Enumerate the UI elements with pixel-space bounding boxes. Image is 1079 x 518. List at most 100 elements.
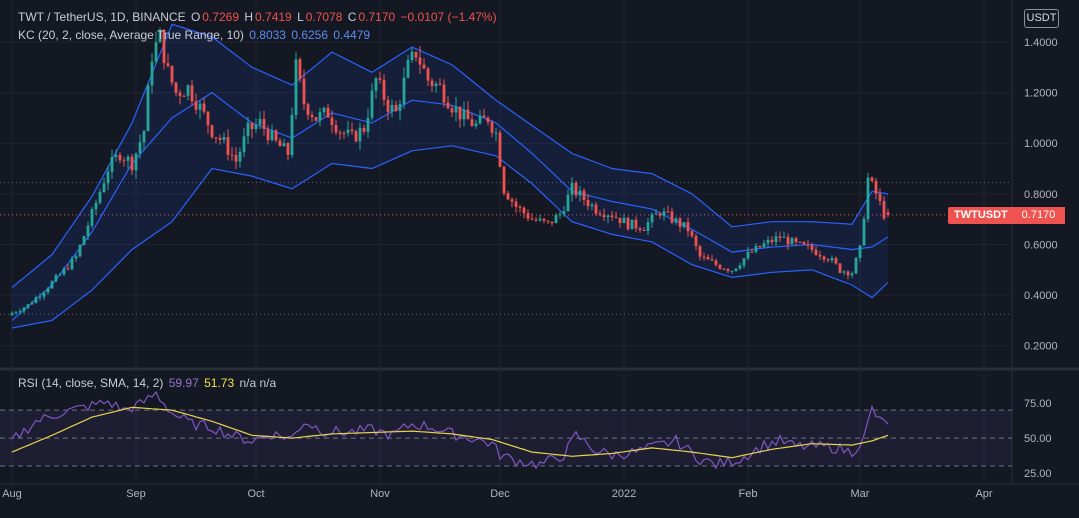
- candle-body: [810, 245, 814, 250]
- candle-body: [150, 61, 154, 86]
- time-tick-label: 2022: [612, 488, 636, 500]
- candle-body: [514, 201, 518, 207]
- candle-body: [86, 225, 90, 237]
- candle-body: [278, 140, 282, 147]
- candle-body: [826, 259, 830, 261]
- candle-body: [214, 137, 218, 139]
- candle-body: [30, 302, 34, 305]
- candle-body: [406, 60, 410, 78]
- candle-body: [854, 257, 858, 274]
- candle-body: [266, 128, 270, 141]
- candle-body: [286, 143, 290, 155]
- candle-body: [290, 114, 294, 155]
- rsi-tick-label: 50.00: [1024, 433, 1052, 445]
- candle-body: [878, 193, 882, 201]
- candle-body: [770, 239, 774, 243]
- candle-body: [758, 245, 762, 248]
- candle-body: [674, 218, 678, 223]
- candle-body: [678, 218, 682, 227]
- candle-body: [538, 218, 542, 221]
- candle-body: [814, 249, 818, 255]
- candle-body: [554, 215, 558, 224]
- candle-body: [858, 245, 862, 258]
- candle-body: [182, 95, 186, 97]
- candle-body: [742, 258, 746, 266]
- candle-body: [54, 275, 58, 282]
- candle-body: [570, 182, 574, 195]
- candle-body: [706, 256, 710, 260]
- candle-body: [342, 133, 346, 135]
- candle-body: [10, 312, 14, 316]
- candle-body: [630, 219, 634, 230]
- candle-body: [738, 265, 742, 269]
- candle-body: [566, 194, 570, 212]
- price-tick-label: 1.0000: [1024, 138, 1058, 150]
- candle-body: [398, 104, 402, 111]
- price-legend: TWT / TetherUS, 1D, BINANCE O 0.7269 H 0.7…: [18, 10, 499, 24]
- candle-body: [722, 268, 726, 270]
- candle-body: [238, 152, 242, 162]
- candle-body: [694, 236, 698, 247]
- candle-body: [202, 103, 206, 112]
- rsi-label: RSI (14, close, SMA, 14, 2): [18, 376, 164, 390]
- candle-body: [526, 213, 530, 219]
- candle-body: [586, 199, 590, 207]
- candle-body: [242, 136, 246, 153]
- candle-body: [622, 217, 626, 224]
- candle-body: [186, 85, 190, 96]
- candle-body: [490, 122, 494, 133]
- chart-canvas[interactable]: 1.4000 1.2000 1.0000 0.8000 0.6000 0.4000 0.20…: [0, 0, 1079, 518]
- candle-body: [110, 156, 114, 172]
- candle-body: [610, 215, 614, 217]
- candle-body: [194, 101, 198, 110]
- currency-button[interactable]: USDT: [1024, 9, 1059, 28]
- candle-body: [206, 111, 210, 126]
- candle-body: [42, 292, 46, 297]
- candle-body: [66, 268, 70, 270]
- candle-body: [394, 104, 398, 111]
- high-label: H: [244, 10, 254, 24]
- change-value: −0.0107 (−1.47%): [400, 10, 497, 24]
- candle-body: [298, 59, 302, 79]
- candle-body: [210, 125, 214, 138]
- time-tick-label: Mar: [851, 488, 870, 500]
- keltner-channel: [11, 23, 889, 329]
- candle-body: [310, 114, 314, 118]
- candle-body: [698, 246, 702, 257]
- candle-body: [50, 281, 54, 289]
- candle-body: [146, 85, 150, 132]
- candle-body: [510, 199, 514, 202]
- candle-body: [370, 90, 374, 118]
- candle-body: [402, 77, 406, 105]
- candle-body: [414, 51, 418, 58]
- candle-body: [838, 263, 842, 273]
- candle-body: [686, 222, 690, 232]
- candle-body: [502, 166, 506, 194]
- candle-body: [594, 204, 598, 214]
- candle-body: [418, 57, 422, 65]
- candle-body: [134, 153, 138, 171]
- candle-body: [886, 212, 890, 215]
- candle-body: [98, 191, 102, 203]
- candle-body: [618, 217, 622, 224]
- candle-body: [638, 228, 642, 231]
- candle-body: [82, 236, 86, 246]
- symbol-tag: TWTUSDT: [948, 207, 1014, 224]
- candle-body: [378, 78, 382, 80]
- candle-body: [794, 238, 798, 242]
- candle-body: [102, 183, 106, 192]
- candle-body: [282, 143, 286, 147]
- candle-body: [614, 216, 618, 218]
- candle-body: [74, 256, 78, 259]
- candle-body: [850, 273, 854, 276]
- candle-body: [374, 78, 378, 91]
- candle-body: [834, 258, 838, 264]
- candle-body: [486, 117, 490, 123]
- candle-body: [546, 220, 550, 222]
- candle-body: [254, 124, 258, 130]
- candle-body: [498, 132, 502, 167]
- candle-body: [762, 243, 766, 248]
- close-label: C: [347, 10, 357, 24]
- candle-body: [62, 268, 66, 275]
- candle-body: [466, 109, 470, 120]
